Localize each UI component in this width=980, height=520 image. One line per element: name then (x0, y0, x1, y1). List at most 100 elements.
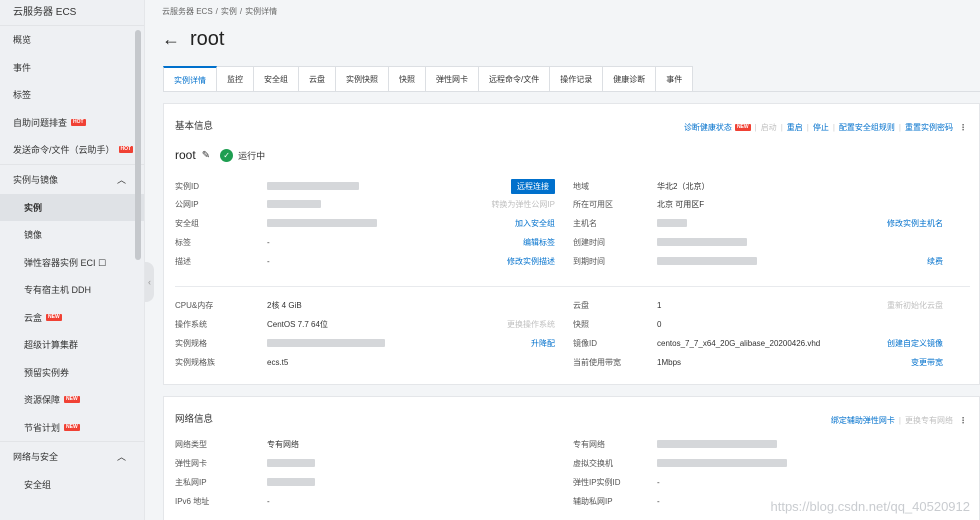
sidebar-group-instances-images[interactable]: 实例与镜像 ︿ (0, 163, 144, 194)
diagnose-health-link[interactable]: 诊断健康状态 (684, 122, 732, 133)
section-divider (175, 286, 970, 287)
field-value: - (657, 496, 660, 506)
row-instance-type: 实例规格 升降配 (175, 334, 555, 352)
breadcrumb-instances[interactable]: 实例 (221, 7, 237, 16)
tab-events[interactable]: 事件 (656, 66, 694, 92)
redacted-value (657, 238, 747, 246)
more-menu-icon[interactable]: ⋮ (959, 123, 967, 132)
basic-info-title: 基本信息 (175, 121, 214, 132)
bind-secondary-eni-link[interactable]: 绑定辅助弹性网卡 (831, 415, 895, 426)
stop-link[interactable]: 停止 (813, 122, 829, 133)
sidebar-item-savings-plan[interactable]: 节省计划 NEW (0, 414, 144, 442)
row-disks: 云盘 1 重新初始化云盘 (573, 296, 943, 314)
configure-security-rules-link[interactable]: 配置安全组规则 (839, 122, 895, 133)
sidebar-item-security-groups[interactable]: 安全组 (0, 471, 144, 499)
sidebar-item-eci[interactable]: 弹性容器实例 ECI ☐ (0, 249, 144, 277)
breadcrumb-ecs[interactable]: 云服务器 ECS (162, 7, 213, 16)
row-network-type: 网络类型 专有网络 (175, 435, 555, 453)
edit-hostname-link[interactable]: 修改实例主机名 (887, 218, 943, 229)
renew-link[interactable]: 续费 (927, 256, 943, 267)
remote-connect-button[interactable]: 远程连接 (511, 178, 555, 194)
sidebar-item-self-troubleshoot[interactable]: 自助问题排查 HOT (0, 109, 144, 137)
sidebar-item-resource-guarantee[interactable]: 资源保障 NEW (0, 386, 144, 414)
tab-instance-snapshots[interactable]: 实例快照 (336, 66, 389, 92)
tab-operation-logs[interactable]: 操作记录 (550, 66, 604, 92)
redacted-value (267, 182, 359, 190)
row-public-ip: 公网IP 转换为弹性公网IP (175, 195, 555, 213)
page-header: ← root (162, 28, 224, 51)
tab-security-groups[interactable]: 安全组 (254, 66, 299, 92)
more-menu-icon[interactable]: ⋮ (959, 416, 967, 425)
field-label: 地域 (573, 181, 589, 191)
sidebar-item-super-computing[interactable]: 超级计算集群 (0, 331, 144, 359)
sidebar-item-images[interactable]: 镜像 (0, 221, 144, 249)
back-arrow-icon[interactable]: ← (162, 29, 180, 50)
row-os: 操作系统 CentOS 7.7 64位 更换操作系统 (175, 315, 555, 333)
breadcrumb: 云服务器 ECS / 实例 / 实例详情 (162, 6, 280, 17)
field-label: 弹性IP实例ID (573, 477, 621, 487)
sidebar-scrollbar[interactable] (135, 30, 141, 260)
change-os-link[interactable]: 更换操作系统 (507, 319, 555, 330)
sidebar-item-overview[interactable]: 概览 (0, 26, 144, 54)
field-label: 辅助私网IP (573, 496, 613, 506)
basic-info-actions: 诊断健康状态 NEW | 启动 | 重启 | 停止 | 配置安全组规则 | 重置实… (684, 122, 967, 133)
tab-monitoring[interactable]: 监控 (217, 66, 254, 92)
sidebar-item-ddh[interactable]: 专有宿主机 DDH (0, 276, 144, 304)
redacted-value (267, 478, 315, 486)
sidebar-item-label: 云盒 (24, 312, 43, 323)
divider: | (898, 416, 901, 425)
tab-snapshots[interactable]: 快照 (389, 66, 426, 92)
restart-link[interactable]: 重启 (787, 122, 803, 133)
basic-info-panel: 基本信息 诊断健康状态 NEW | 启动 | 重启 | 停止 | 配置安全组规则 … (163, 103, 980, 385)
sidebar-item-send-command[interactable]: 发送命令/文件（云助手） HOT (0, 136, 144, 164)
edit-description-link[interactable]: 修改实例描述 (507, 256, 555, 267)
sidebar-collapse-handle[interactable]: ‹ (145, 262, 154, 302)
change-vpc-link[interactable]: 更换专有网络 (905, 415, 953, 426)
upgrade-downgrade-link[interactable]: 升降配 (531, 338, 555, 349)
sidebar-group-label: 实例与镜像 (13, 174, 59, 185)
sidebar-item-events[interactable]: 事件 (0, 54, 144, 82)
field-value: 0 (657, 319, 662, 329)
redacted-value (267, 459, 315, 467)
sidebar-item-label: 弹性容器实例 ECI ☐ (24, 257, 107, 268)
tab-eni[interactable]: 弹性网卡 (426, 66, 479, 92)
status-text: 运行中 (238, 150, 266, 161)
change-bandwidth-link[interactable]: 变更带宽 (911, 357, 943, 368)
page-title: root (190, 28, 225, 50)
sidebar-item-label: 超级计算集群 (24, 340, 79, 351)
sidebar-title[interactable]: 云服务器 ECS (0, 0, 144, 26)
convert-eip-link[interactable]: 转换为弹性公网IP (491, 199, 555, 210)
row-vswitch: 虚拟交换机 (573, 454, 943, 472)
row-ipv6: IPv6 地址 - (175, 492, 555, 510)
divider: | (780, 123, 783, 132)
sidebar-group-network-security[interactable]: 网络与安全 ︿ (0, 441, 144, 471)
create-custom-image-link[interactable]: 创建自定义镜像 (887, 338, 943, 349)
redacted-value (267, 339, 385, 347)
row-cpu-memory: CPU&内存 2核 4 GiB (175, 296, 555, 314)
breadcrumb-current: 实例详情 (245, 7, 278, 16)
row-expire-time: 到期时间 续费 (573, 252, 943, 270)
start-link[interactable]: 启动 (761, 122, 777, 133)
sidebar-item-label: 专有宿主机 DDH (24, 285, 91, 296)
sidebar-item-instances[interactable]: 实例 (0, 193, 144, 221)
reset-password-link[interactable]: 重置实例密码 (905, 122, 953, 133)
breadcrumb-separator: / (215, 7, 218, 16)
sidebar-item-cloud-box[interactable]: 云盒 NEW (0, 304, 144, 332)
tab-health-diagnosis[interactable]: 健康诊断 (603, 66, 657, 92)
sidebar-item-reserved-instances[interactable]: 预留实例券 (0, 359, 144, 387)
edit-tags-link[interactable]: 编辑标签 (523, 237, 555, 248)
chevron-up-icon: ︿ (116, 174, 126, 185)
edit-pencil-icon[interactable]: ✎ (202, 150, 210, 161)
reinit-disk-link[interactable]: 重新初始化云盘 (887, 300, 943, 311)
sidebar-item-tags[interactable]: 标签 (0, 81, 144, 109)
sidebar-item-label: 预留实例券 (24, 367, 70, 378)
redacted-value (657, 440, 777, 448)
tab-remote-commands[interactable]: 远程命令/文件 (479, 66, 551, 92)
join-security-group-link[interactable]: 加入安全组 (515, 218, 555, 229)
tab-disks[interactable]: 云盘 (299, 66, 336, 92)
row-tags: 标签 - 编辑标签 (175, 233, 555, 251)
tab-instance-details[interactable]: 实例详情 (163, 66, 217, 92)
field-label: 镜像ID (573, 338, 597, 348)
chevron-left-icon: ‹ (148, 277, 151, 287)
row-instance-family: 实例规格族 ecs.t5 (175, 353, 555, 371)
